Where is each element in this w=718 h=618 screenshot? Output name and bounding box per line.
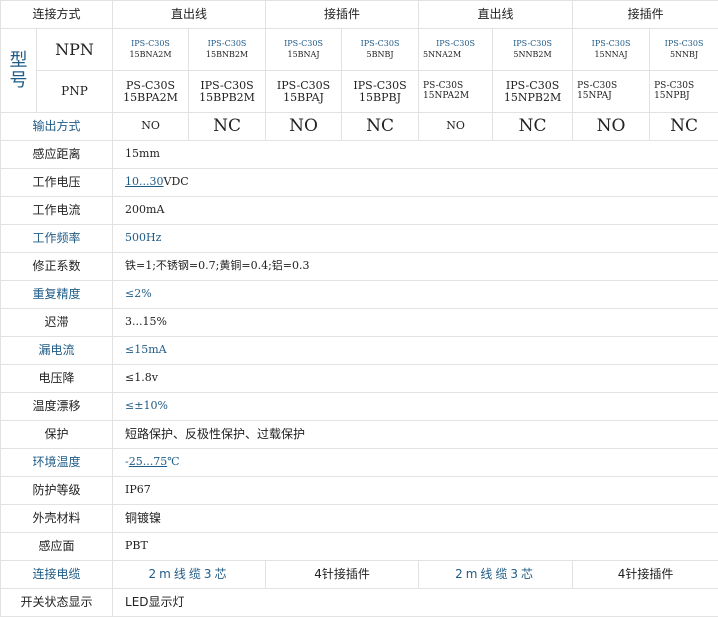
npn-model: IPS-C30S 5NNBJ <box>649 28 718 71</box>
spec-row: 电压降 ≤1.8v <box>0 364 718 393</box>
pnp-model: PS-C30S 15BPA2M <box>112 70 190 113</box>
pnp-row: PNP PS-C30S 15BPA2M IPS-C30S 15BPB2M IPS-C… <box>1 70 718 113</box>
spec-row: 工作电压 10...30VDC <box>0 168 718 197</box>
output-row: 输出方式 NO NC NO NC NO NC NO NC <box>0 112 718 141</box>
output-value: NC <box>492 112 574 141</box>
pnp-model: IPS-C30S 15BPB2M <box>188 70 267 113</box>
spec-label: 感应距离 <box>0 140 114 169</box>
spec-value: 铜镀镍 <box>112 504 718 533</box>
spec-label: 工作频率 <box>0 224 114 253</box>
spec-row: 修正系数 铁=1;不锈钢=0.7;黄铜=0.4;铝=0.3 <box>0 252 718 281</box>
cable-row: 连接电缆 2m线缆3芯 4针接插件 2m线缆3芯 4针接插件 <box>0 560 718 589</box>
spec-label: 迟滞 <box>0 308 114 337</box>
spec-value: 10...30VDC <box>112 168 718 197</box>
pnp-model: IPS-C30S 15NPB2M <box>492 70 574 113</box>
spec-value: ≤1.8v <box>112 364 718 393</box>
output-value: NC <box>649 112 718 141</box>
indicator-row: 开关状态显示 LED显示灯 <box>0 588 718 617</box>
npn-row: 型号 NPN IPS-C30S 15BNA2M IPS-C30S 15BNB2M I… <box>0 28 718 113</box>
indicator-value: LED显示灯 <box>112 588 718 617</box>
spec-label: 外壳材料 <box>0 504 114 533</box>
indicator-label: 开关状态显示 <box>0 588 114 617</box>
spec-value: IP67 <box>112 476 718 505</box>
npn-model: IPS-C30S 15BNB2M <box>188 28 267 71</box>
spec-row: 防护等级 IP67 <box>0 476 718 505</box>
spec-label: 电压降 <box>0 364 114 393</box>
output-value: NC <box>188 112 267 141</box>
pnp-model: PS-C30S 15NPA2M <box>418 70 494 113</box>
spec-label: 漏电流 <box>0 336 114 365</box>
pnp-model: PS-C30S 15NPAJ <box>572 70 651 113</box>
cable-value: 4针接插件 <box>265 560 420 589</box>
pnp-model: IPS-C30S 15BPAJ <box>265 70 343 113</box>
output-value: NC <box>341 112 420 141</box>
spec-row: 工作电流 200mA <box>0 196 718 225</box>
spec-row: 重复精度 ≤2% <box>0 280 718 309</box>
spec-row: 外壳材料 铜镀镍 <box>0 504 718 533</box>
spec-value: 3...15% <box>112 308 718 337</box>
voltage-link[interactable]: 10...30 <box>125 175 163 188</box>
output-value: NO <box>572 112 651 141</box>
ambient-link[interactable]: 25...75 <box>129 455 167 468</box>
cable-value: 2m线缆3芯 <box>418 560 574 589</box>
spec-label: 工作电流 <box>0 196 114 225</box>
spec-value: ≤15mA <box>112 336 718 365</box>
group-header: 接插件 <box>572 0 718 29</box>
group-header: 直出线 <box>112 0 267 29</box>
spec-value: 铁=1;不锈钢=0.7;黄铜=0.4;铝=0.3 <box>112 252 718 281</box>
cable-value: 2m线缆3芯 <box>112 560 267 589</box>
connection-label: 连接方式 <box>0 0 114 29</box>
spec-value: 短路保护、反极性保护、过载保护 <box>112 420 718 449</box>
spec-row: 环境温度 -25...75℃ <box>0 448 718 477</box>
spec-label: 工作电压 <box>0 168 114 197</box>
pnp-model: PS-C30S 15NPBJ <box>649 70 718 113</box>
spec-value: 500Hz <box>112 224 718 253</box>
spec-label: 防护等级 <box>0 476 114 505</box>
spec-row: 漏电流 ≤15mA <box>0 336 718 365</box>
output-value: NO <box>112 112 190 141</box>
npn-model: IPS-C30S 15BNAJ <box>265 28 343 71</box>
spec-table: 连接方式 直出线 接插件 直出线 接插件 型号 NPN IPS-C30S 15BN… <box>0 0 718 617</box>
spec-row: 保护 短路保护、反极性保护、过载保护 <box>0 420 718 449</box>
cable-label: 连接电缆 <box>0 560 114 589</box>
spec-row: 温度漂移 ≤±10% <box>0 392 718 421</box>
npn-model: IPS-C30S 5NNB2M <box>492 28 574 71</box>
spec-label: 环境温度 <box>0 448 114 477</box>
spec-label: 感应面 <box>0 532 114 561</box>
header-row: 连接方式 直出线 接插件 直出线 接插件 <box>0 0 718 29</box>
spec-value: 15mm <box>112 140 718 169</box>
output-label: 输出方式 <box>0 112 114 141</box>
spec-label: 重复精度 <box>0 280 114 309</box>
output-value: NO <box>418 112 494 141</box>
spec-value: ≤2% <box>112 280 718 309</box>
spec-value: 200mA <box>112 196 718 225</box>
npn-model: IPS-C30S 5NNA2M <box>418 28 494 71</box>
cable-value: 4针接插件 <box>572 560 718 589</box>
group-header: 直出线 <box>418 0 574 29</box>
spec-label: 修正系数 <box>0 252 114 281</box>
pnp-label: PNP <box>35 70 114 113</box>
npn-model: IPS-C30S 5BNBJ <box>341 28 420 71</box>
spec-label: 温度漂移 <box>0 392 114 421</box>
spec-row: 迟滞 3...15% <box>0 308 718 337</box>
npn-model: IPS-C30S 15BNA2M <box>112 28 190 71</box>
spec-value: PBT <box>112 532 718 561</box>
spec-row: 感应面 PBT <box>0 532 718 561</box>
model-label: 型号 <box>0 28 37 113</box>
spec-row: 工作频率 500Hz <box>0 224 718 253</box>
spec-value: -25...75℃ <box>112 448 718 477</box>
npn-label: NPN <box>35 28 114 71</box>
spec-label: 保护 <box>0 420 114 449</box>
spec-row: 感应距离 15mm <box>0 140 718 169</box>
spec-value: ≤±10% <box>112 392 718 421</box>
output-value: NO <box>265 112 343 141</box>
pnp-model: IPS-C30S 15BPBJ <box>341 70 420 113</box>
group-header: 接插件 <box>265 0 420 29</box>
npn-model: IPS-C30S 15NNAJ <box>572 28 651 71</box>
